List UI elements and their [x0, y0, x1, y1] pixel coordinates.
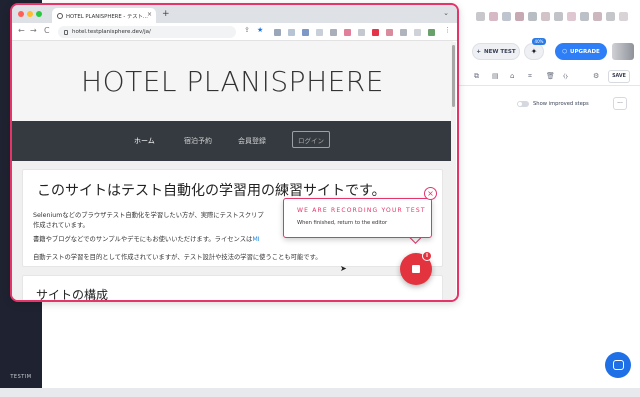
new-tab-button[interactable]: +: [162, 9, 170, 19]
lock-icon: [64, 29, 68, 35]
extension-icon[interactable]: [288, 29, 295, 36]
pause-icon[interactable]: II: [422, 251, 432, 261]
tab-bar: HOTEL PLANISPHERE - テスト... × + ⌄: [12, 5, 457, 23]
bottom-strip: [0, 388, 640, 397]
extension-icon[interactable]: [302, 29, 309, 36]
extension-icon[interactable]: [330, 29, 337, 36]
url-bar[interactable]: hotel.testplanisphere.dev/ja/: [58, 26, 236, 38]
blurred-icon: [515, 12, 524, 21]
intro-title: このサイトはテスト自動化の学習用の練習サイトです。: [37, 183, 386, 199]
web-page: HOTEL PLANISPHERE ホーム 宿泊予約 会員登録 ログイン このサ…: [12, 41, 453, 302]
blurred-icon: [502, 12, 511, 21]
extension-icon[interactable]: [400, 29, 407, 36]
sidebar-brand-label: TESTIM: [10, 374, 32, 380]
bookmark-star-icon[interactable]: ★: [257, 26, 263, 34]
site-title: HOTEL PLANISPHERE: [81, 65, 384, 98]
blurred-icon: [567, 12, 576, 21]
save-button[interactable]: SAVE: [608, 70, 630, 83]
extension-icon[interactable]: [386, 29, 393, 36]
login-button[interactable]: ログイン: [292, 131, 330, 148]
intro-text-line: 自動テストの学習を目的として作成されていますが、テスト設計や技法の学習に使うこと…: [33, 254, 322, 261]
intro-text-line: 作成されています。: [33, 222, 89, 229]
extension-icon[interactable]: [344, 29, 351, 36]
tag-icon[interactable]: ⌂: [510, 72, 514, 80]
screen: TESTIM + NEW TEST ✦ 40% ⬡ UPGRADE ⧉ ▤ ⌂ …: [0, 0, 640, 397]
blurred-icon: [580, 12, 589, 21]
upgrade-icon: ⬡: [562, 48, 567, 55]
rocket-button[interactable]: ✦: [524, 43, 544, 60]
license-link[interactable]: MI: [252, 236, 259, 243]
minimize-window-icon[interactable]: [27, 11, 33, 17]
badge: 40%: [532, 38, 546, 45]
recording-popup-subtitle: When finished, return to the editor: [297, 220, 388, 226]
site-navbar: ホーム 宿泊予約 会員登録 ログイン: [12, 121, 453, 161]
toggle-switch[interactable]: [517, 101, 529, 107]
plus-icon: +: [476, 48, 482, 55]
copy-icon[interactable]: ⧉: [474, 72, 479, 81]
nav-link-signup[interactable]: 会員登録: [238, 136, 266, 146]
trash-icon[interactable]: 🗑: [546, 72, 555, 80]
reload-button[interactable]: C: [44, 26, 50, 35]
blurred-icon: [489, 12, 498, 21]
extension-icon[interactable]: [316, 29, 323, 36]
extension-icon[interactable]: [274, 29, 281, 36]
structure-title: サイトの構成: [36, 288, 109, 302]
rocket-icon: ✦: [530, 47, 538, 56]
chat-support-button[interactable]: [605, 352, 631, 378]
globe-icon: [57, 12, 63, 19]
blurred-icon: [593, 12, 602, 21]
recording-popup: WE ARE RECORDING YOUR TEST When finished…: [283, 198, 432, 238]
extension-icon[interactable]: [358, 29, 365, 36]
scrollbar[interactable]: [451, 42, 456, 298]
address-bar-row: ← → C hotel.testplanisphere.dev/ja/ ⇪ ★ …: [12, 23, 457, 41]
browser-menu-icon[interactable]: ⋮: [444, 26, 451, 34]
nav-link-reserve[interactable]: 宿泊予約: [184, 136, 212, 146]
blurred-icon: [554, 12, 563, 21]
new-test-label: NEW TEST: [484, 48, 516, 55]
gear-icon[interactable]: ⚙: [593, 72, 599, 80]
structure-card: サイトの構成: [22, 275, 443, 302]
stop-icon: [412, 265, 420, 273]
paste-icon[interactable]: ▤: [492, 72, 499, 80]
new-test-button[interactable]: + NEW TEST: [472, 43, 520, 60]
chevron-down-icon[interactable]: ⌄: [443, 9, 449, 17]
intro-text-line: Seleniumなどのブラウザテスト自動化を学習したい方が、実際にテストスクリプ: [33, 212, 264, 219]
blurred-icon: [619, 12, 628, 21]
chat-icon: [612, 360, 624, 370]
tab-close-icon[interactable]: ×: [147, 11, 152, 18]
extension-icon[interactable]: [414, 29, 421, 36]
blurred-icon: [528, 12, 537, 21]
back-button[interactable]: ←: [18, 26, 25, 35]
code-icon[interactable]: ⧼⧽: [563, 72, 568, 81]
intro-text-segment: 書籍やブログなどでのサンプルやデモにもお使いいただけます。ライセンスは: [33, 236, 253, 243]
recording-browser-window: HOTEL PLANISPHERE - テスト... × + ⌄ ← → C h…: [10, 3, 459, 302]
share-icon[interactable]: ⇪: [244, 26, 250, 34]
upgrade-label: UPGRADE: [569, 48, 600, 55]
scrollbar-thumb[interactable]: [452, 45, 455, 107]
more-options-button[interactable]: ···: [613, 97, 627, 110]
recording-popup-title: WE ARE RECORDING YOUR TEST: [297, 207, 426, 214]
upgrade-button[interactable]: ⬡ UPGRADE: [555, 43, 607, 60]
close-icon[interactable]: ×: [424, 187, 437, 200]
mouse-cursor-icon: ➤: [340, 264, 347, 273]
blurred-icon: [541, 12, 550, 21]
browser-tab[interactable]: HOTEL PLANISPHERE - テスト... ×: [52, 8, 156, 23]
close-window-icon[interactable]: [18, 11, 24, 17]
tab-title: HOTEL PLANISPHERE - テスト...: [66, 13, 148, 20]
forward-button[interactable]: →: [30, 26, 37, 35]
extension-icon[interactable]: [372, 29, 379, 36]
avatar[interactable]: [612, 43, 634, 60]
nav-link-home[interactable]: ホーム: [134, 136, 155, 146]
site-header: HOTEL PLANISPHERE: [12, 41, 453, 121]
improved-steps-label: Show improved steps: [533, 101, 589, 107]
intro-text-line: 書籍やブログなどでのサンプルやデモにもお使いいただけます。ライセンスはMI: [33, 234, 260, 243]
extension-icon[interactable]: [428, 29, 435, 36]
maximize-window-icon[interactable]: [36, 11, 42, 17]
crop-icon[interactable]: ⌗: [528, 72, 532, 81]
blurred-icon: [606, 12, 615, 21]
url-text: hotel.testplanisphere.dev/ja/: [72, 29, 151, 35]
improved-steps-toggle-row[interactable]: Show improved steps: [517, 99, 589, 109]
blurred-icon: [476, 12, 485, 21]
